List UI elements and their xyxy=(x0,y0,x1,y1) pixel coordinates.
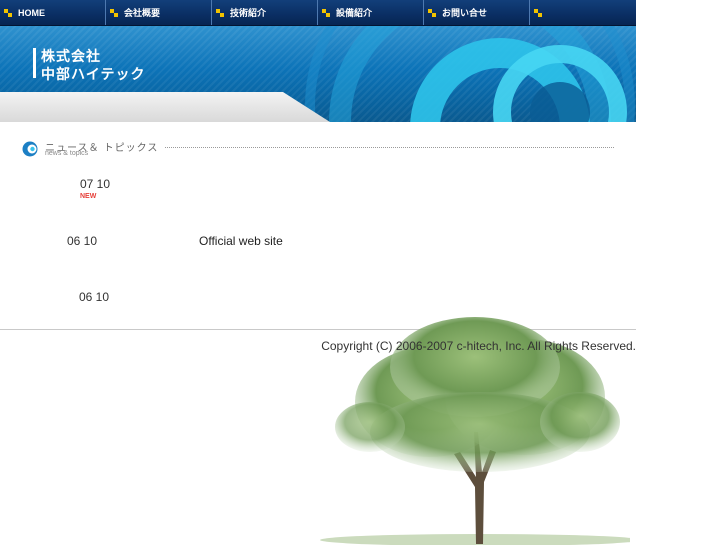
nav-item-equipment[interactable]: 設備紹介 xyxy=(318,0,424,25)
nav-item-blank[interactable] xyxy=(530,0,636,25)
top-navigation: HOME 会社概要 技術紹介 設備紹介 お問い合せ xyxy=(0,0,636,26)
news-subtitle: news & topics xyxy=(45,150,89,157)
arrow-icon xyxy=(4,8,12,17)
arrow-icon xyxy=(428,8,436,17)
nav-item-company[interactable]: 会社概要 xyxy=(106,0,212,25)
new-badge: NEW xyxy=(80,193,97,200)
company-name-line2: 中部ハイテック xyxy=(41,67,146,83)
news-c-icon xyxy=(22,141,38,157)
header-banner: 株式会社 中部ハイテック xyxy=(0,26,636,122)
arrow-icon xyxy=(216,8,224,17)
nav-item-contact[interactable]: お問い合せ xyxy=(424,0,530,25)
nav-item-home[interactable]: HOME xyxy=(0,0,106,25)
news-section-header: ニュース＆ トピックス news & topics xyxy=(22,138,614,160)
news-date: 07 10 xyxy=(80,177,111,191)
arrow-icon xyxy=(534,8,542,17)
nav-label: お問い合せ xyxy=(442,8,488,18)
dotted-divider xyxy=(165,147,614,148)
arrow-icon xyxy=(110,8,118,17)
nav-label: 設備紹介 xyxy=(336,8,373,18)
company-name-line1: 株式会社 xyxy=(41,49,101,65)
news-item-link[interactable]: Official web site xyxy=(199,234,283,248)
nav-label: 技術紹介 xyxy=(230,8,267,18)
nav-label: HOME xyxy=(18,7,45,18)
arrow-icon xyxy=(322,8,330,17)
news-date: 06 10 xyxy=(67,234,98,248)
copyright-text: Copyright (C) 2006-2007 c-hitech, Inc. A… xyxy=(321,339,636,353)
nav-item-technology[interactable]: 技術紹介 xyxy=(212,0,318,25)
news-date: 06 10 xyxy=(79,290,110,304)
logo-accent-bar xyxy=(33,48,36,78)
nav-label: 会社概要 xyxy=(124,8,161,18)
